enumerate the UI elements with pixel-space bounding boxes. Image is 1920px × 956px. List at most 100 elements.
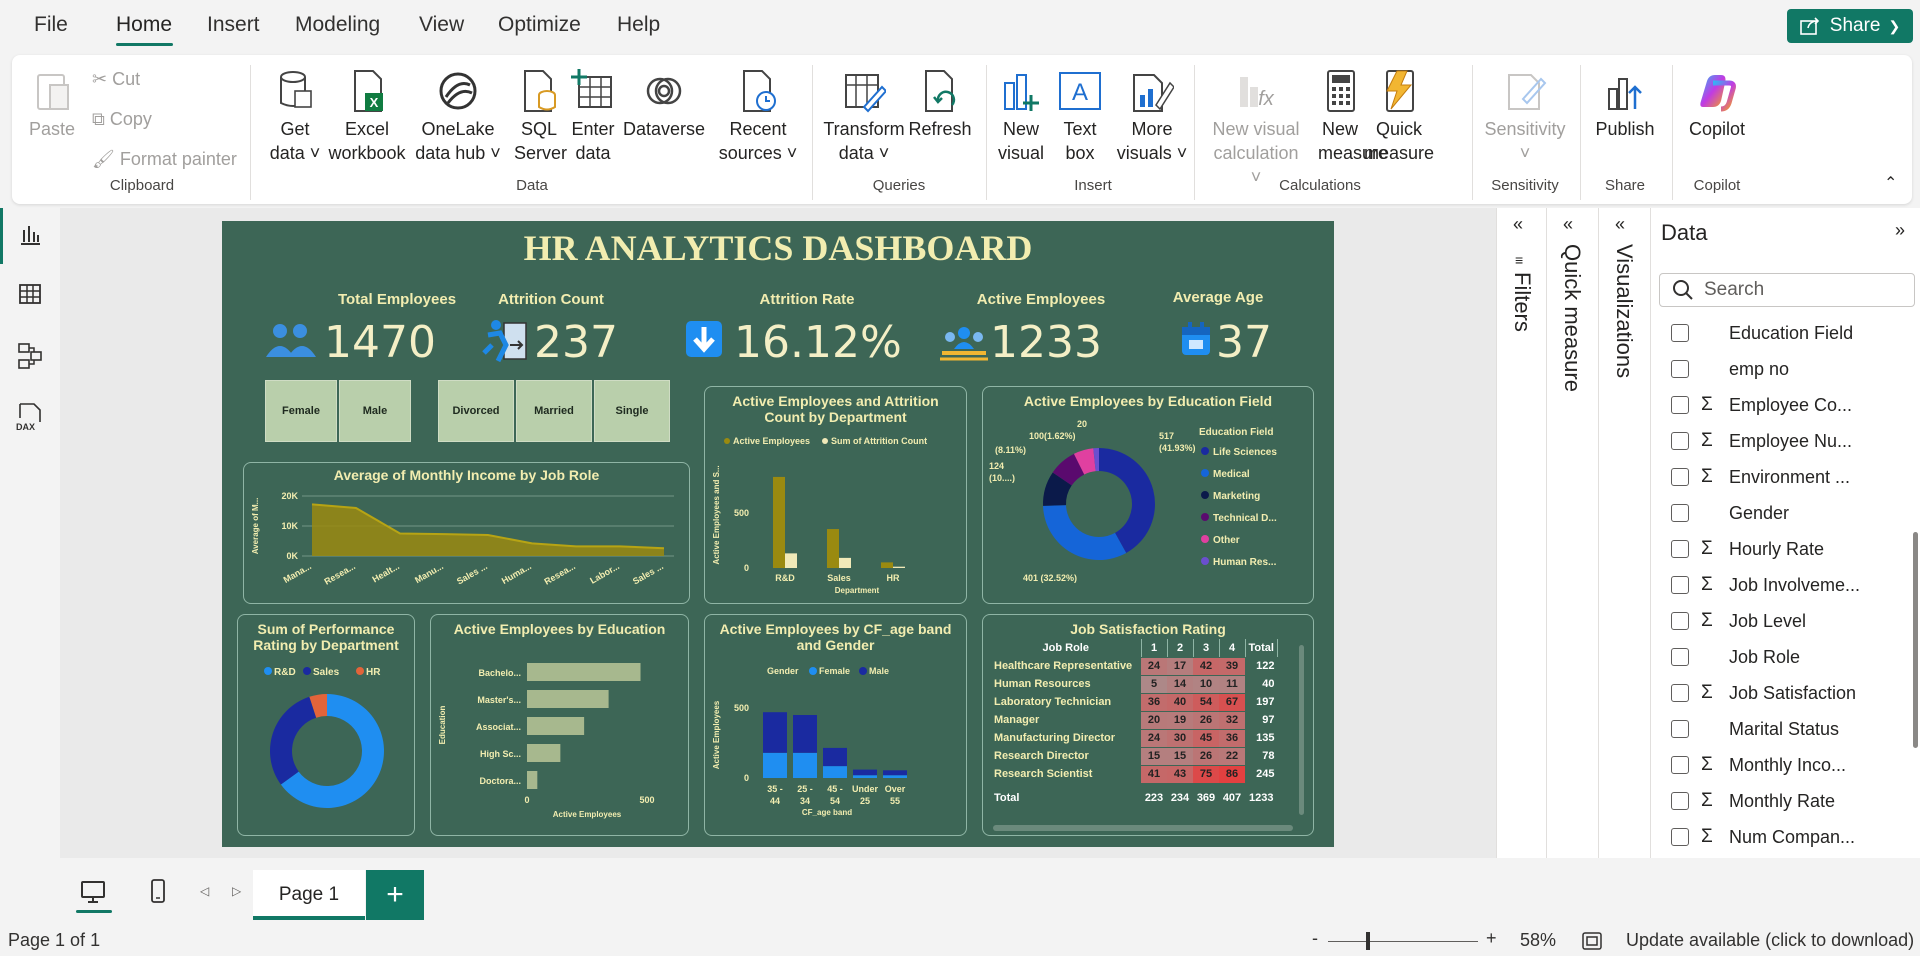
field-checkbox[interactable]	[1671, 648, 1689, 666]
cut-button[interactable]: ✂ Cut	[92, 67, 140, 91]
quick-measure-pane-collapsed[interactable]: « Quick measure	[1546, 208, 1598, 858]
slicer-gender-male[interactable]: Male	[339, 380, 411, 442]
text-box-button[interactable]: A Text box	[1052, 69, 1108, 165]
new-visual-button[interactable]: New visual	[996, 69, 1046, 165]
field-checkbox[interactable]	[1671, 612, 1689, 630]
field-checkbox[interactable]	[1671, 540, 1689, 558]
field-item[interactable]: Σ Employee Co...	[1671, 387, 1871, 423]
field-list-scrollbar[interactable]	[1913, 532, 1918, 748]
desktop-layout-icon[interactable]	[80, 880, 106, 904]
field-item[interactable]: Σ Environment ...	[1671, 459, 1871, 495]
collapse-data-pane-icon[interactable]: »	[1895, 220, 1905, 241]
menu-help[interactable]: Help	[617, 13, 660, 37]
field-checkbox[interactable]	[1671, 360, 1689, 378]
field-checkbox[interactable]	[1671, 756, 1689, 774]
sql-server-button[interactable]: SQL Server	[514, 69, 567, 165]
field-item[interactable]: Σ Num Compan...	[1671, 819, 1871, 855]
menu-file[interactable]: File	[34, 13, 68, 37]
field-item[interactable]: Job Role	[1671, 639, 1871, 675]
collapse-ribbon-icon[interactable]: ⌃	[1884, 173, 1897, 193]
field-item[interactable]: Σ Hourly Rate	[1671, 531, 1871, 567]
quick-measure-button[interactable]: Quick measure	[1362, 69, 1436, 165]
table-header-cell[interactable]: Total	[1245, 639, 1278, 658]
table-header-cell[interactable]: 1	[1141, 639, 1168, 658]
field-checkbox[interactable]	[1671, 684, 1689, 702]
field-item[interactable]: Σ Job Satisfaction	[1671, 675, 1871, 711]
field-item[interactable]: Σ Monthly Rate	[1671, 783, 1871, 819]
zoom-slider-thumb[interactable]	[1366, 932, 1370, 950]
expand-visualizations-icon[interactable]: «	[1615, 214, 1625, 235]
slicer-marital-single[interactable]: Single	[594, 380, 670, 442]
field-checkbox[interactable]	[1671, 432, 1689, 450]
table-header-cell[interactable]: 2	[1167, 639, 1194, 658]
education-card[interactable]: Active Employees by Education Bachelo...…	[430, 614, 689, 836]
field-checkbox[interactable]	[1671, 792, 1689, 810]
recent-sources-button[interactable]: Recent sources ˅	[716, 69, 800, 165]
table-row[interactable]: Manufacturing Director 24 30 45 36 135	[991, 729, 1278, 748]
menu-modeling[interactable]: Modeling	[295, 13, 380, 37]
table-row[interactable]: Research Scientist 41 43 75 86 245	[991, 765, 1278, 784]
filters-pane-collapsed[interactable]: « ≡ Filters	[1496, 208, 1546, 858]
expand-quick-measure-icon[interactable]: «	[1563, 214, 1573, 235]
slicer-gender-female[interactable]: Female	[265, 380, 337, 442]
table-row[interactable]: Human Resources 5 14 10 11 40	[991, 675, 1278, 694]
zoom-slider-track[interactable]	[1328, 941, 1478, 942]
table-header-cell[interactable]: Job Role	[991, 639, 1142, 658]
table-row[interactable]: Laboratory Technician 36 40 54 67 197	[991, 693, 1278, 712]
dept-chart-card[interactable]: Active Employees and Attrition Count by …	[704, 386, 967, 604]
slicer-marital-married[interactable]: Married	[516, 380, 592, 442]
field-item[interactable]: Σ Job Involveme...	[1671, 567, 1871, 603]
visualizations-pane-collapsed[interactable]: « Visualizations	[1598, 208, 1650, 858]
menu-optimize[interactable]: Optimize	[498, 13, 581, 37]
menu-view[interactable]: View	[419, 13, 464, 37]
new-visual-calculation-button[interactable]: fx New visual calculation ˅	[1208, 69, 1304, 189]
sensitivity-button[interactable]: Sensitivity ˅	[1482, 69, 1568, 165]
update-available-link[interactable]: Update available (click to download)	[1626, 930, 1914, 951]
field-checkbox[interactable]	[1671, 504, 1689, 522]
field-item[interactable]: Σ Job Level	[1671, 603, 1871, 639]
field-checkbox[interactable]	[1671, 468, 1689, 486]
field-item[interactable]: Σ Employee Nu...	[1671, 423, 1871, 459]
table-row[interactable]: Healthcare Representative 24 17 42 39 122	[991, 657, 1278, 676]
refresh-button[interactable]: Refresh	[908, 69, 972, 141]
copy-button[interactable]: ⧉ Copy	[92, 107, 152, 131]
more-visuals-button[interactable]: More visuals ˅	[1112, 69, 1192, 165]
field-item[interactable]: Marital Status	[1671, 711, 1871, 747]
format-painter-button[interactable]: 🖌 Format painter	[92, 147, 237, 171]
slicer-marital-divorced[interactable]: Divorced	[438, 380, 514, 442]
field-checkbox[interactable]	[1671, 324, 1689, 342]
expand-filters-icon[interactable]: «	[1513, 214, 1523, 235]
job-satisfaction-card[interactable]: Job Satisfaction Rating Job Role 1 2 3 4 Tota…	[982, 614, 1314, 836]
field-item[interactable]: Σ Monthly Inco...	[1671, 747, 1871, 783]
onelake-data-hub-button[interactable]: OneLake data hub ˅	[410, 69, 506, 165]
field-item[interactable]: emp no	[1671, 351, 1871, 387]
menu-insert[interactable]: Insert	[207, 13, 260, 37]
table-header-cell[interactable]: 3	[1193, 639, 1220, 658]
field-item[interactable]: Gender	[1671, 495, 1871, 531]
field-checkbox[interactable]	[1671, 396, 1689, 414]
perf-rating-card[interactable]: Sum of Performance Rating by Department …	[237, 614, 415, 836]
dataverse-button[interactable]: Dataverse	[620, 69, 708, 141]
table-row[interactable]: Manager 20 19 26 32 97	[991, 711, 1278, 730]
table-row[interactable]: Research Director 15 15 26 22 78	[991, 747, 1278, 766]
zoom-out-button[interactable]: -	[1312, 928, 1318, 949]
age-band-card[interactable]: Active Employees by CF_age band and Gend…	[704, 614, 967, 836]
vertical-scrollbar[interactable]	[1299, 645, 1304, 815]
enter-data-button[interactable]: Enter data	[568, 69, 618, 165]
fit-to-page-icon[interactable]	[1582, 932, 1602, 950]
paste-button[interactable]: Paste	[26, 69, 78, 141]
search-input[interactable]: Search	[1659, 273, 1915, 307]
transform-data-button[interactable]: Transform data ˅	[822, 69, 906, 165]
model-view-icon[interactable]	[18, 342, 42, 370]
field-checkbox[interactable]	[1671, 720, 1689, 738]
field-checkbox[interactable]	[1671, 576, 1689, 594]
avg-income-card[interactable]: Average of Monthly Income by Job Role 0K…	[243, 462, 690, 604]
edu-field-card[interactable]: Active Employees by Education Field Educ…	[982, 386, 1314, 604]
tab-page-1[interactable]: Page 1	[253, 870, 365, 920]
share-button[interactable]: Share ❯	[1787, 9, 1913, 43]
excel-workbook-button[interactable]: X Excel workbook	[326, 69, 408, 165]
publish-button[interactable]: Publish	[1590, 69, 1660, 141]
field-checkbox[interactable]	[1671, 828, 1689, 846]
zoom-in-button[interactable]: +	[1486, 928, 1497, 949]
add-page-button[interactable]: +	[366, 870, 424, 920]
